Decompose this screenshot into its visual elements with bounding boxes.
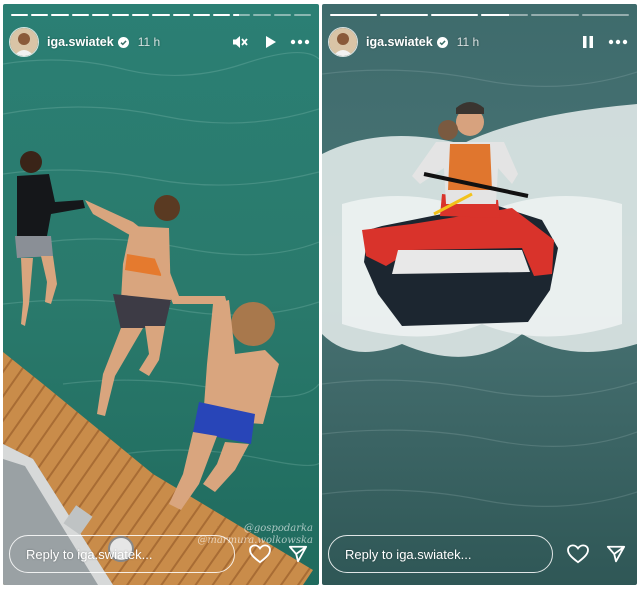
progress-segment [71,14,89,16]
verified-badge-icon [117,36,129,48]
reply-input[interactable]: Reply to iga.swiatek... [328,535,554,573]
story-footer: Reply to iga.swiatek... [9,534,311,574]
story-photo-jet-ski [322,4,637,585]
story-photo-jumping-off-boat [3,4,319,585]
progress-segment [152,14,170,16]
progress-segment [213,14,231,16]
send-icon[interactable] [603,541,629,567]
avatar[interactable] [328,27,358,57]
progress-segment [480,14,529,16]
story-left[interactable]: iga.swiatek 11 h @gospodarka @marmura.wo… [3,4,319,585]
progress-segment [192,14,211,16]
username[interactable]: iga.swiatek [47,35,114,49]
play-icon[interactable] [259,31,281,53]
story-right[interactable]: iga.swiatek 11 h Reply to iga.swiatek... [322,4,637,585]
progress-segment [581,14,629,16]
progress-segment [51,14,69,16]
heart-icon[interactable] [247,541,273,567]
progress-segment [273,14,291,16]
story-footer: Reply to iga.swiatek... [328,534,629,574]
progress-segment [11,14,29,16]
progress-segment [430,14,478,16]
avatar[interactable] [9,27,39,57]
heart-icon[interactable] [565,541,591,567]
reply-input[interactable]: Reply to iga.swiatek... [9,535,235,573]
muted-speaker-icon[interactable] [229,31,251,53]
send-icon[interactable] [285,541,311,567]
post-time: 11 h [456,35,480,49]
progress-segment [91,14,110,16]
story-header: iga.swiatek 11 h [9,27,311,57]
progress-segment [132,14,150,16]
story-header: iga.swiatek 11 h [328,27,629,57]
story-progress-bar [330,14,629,17]
post-time: 11 h [137,35,161,49]
progress-segment [380,14,428,16]
progress-segment [531,14,579,16]
more-icon[interactable] [289,31,311,53]
progress-segment [253,14,271,16]
progress-segment [112,14,130,16]
progress-segment [31,14,49,16]
progress-segment [233,14,251,16]
pause-icon[interactable] [577,31,599,53]
progress-segment [293,14,312,16]
progress-segment [330,14,378,16]
story-progress-bar [11,14,312,17]
verified-badge-icon [436,36,448,48]
progress-segment [172,14,190,16]
more-icon[interactable] [607,31,629,53]
username[interactable]: iga.swiatek [366,35,433,49]
